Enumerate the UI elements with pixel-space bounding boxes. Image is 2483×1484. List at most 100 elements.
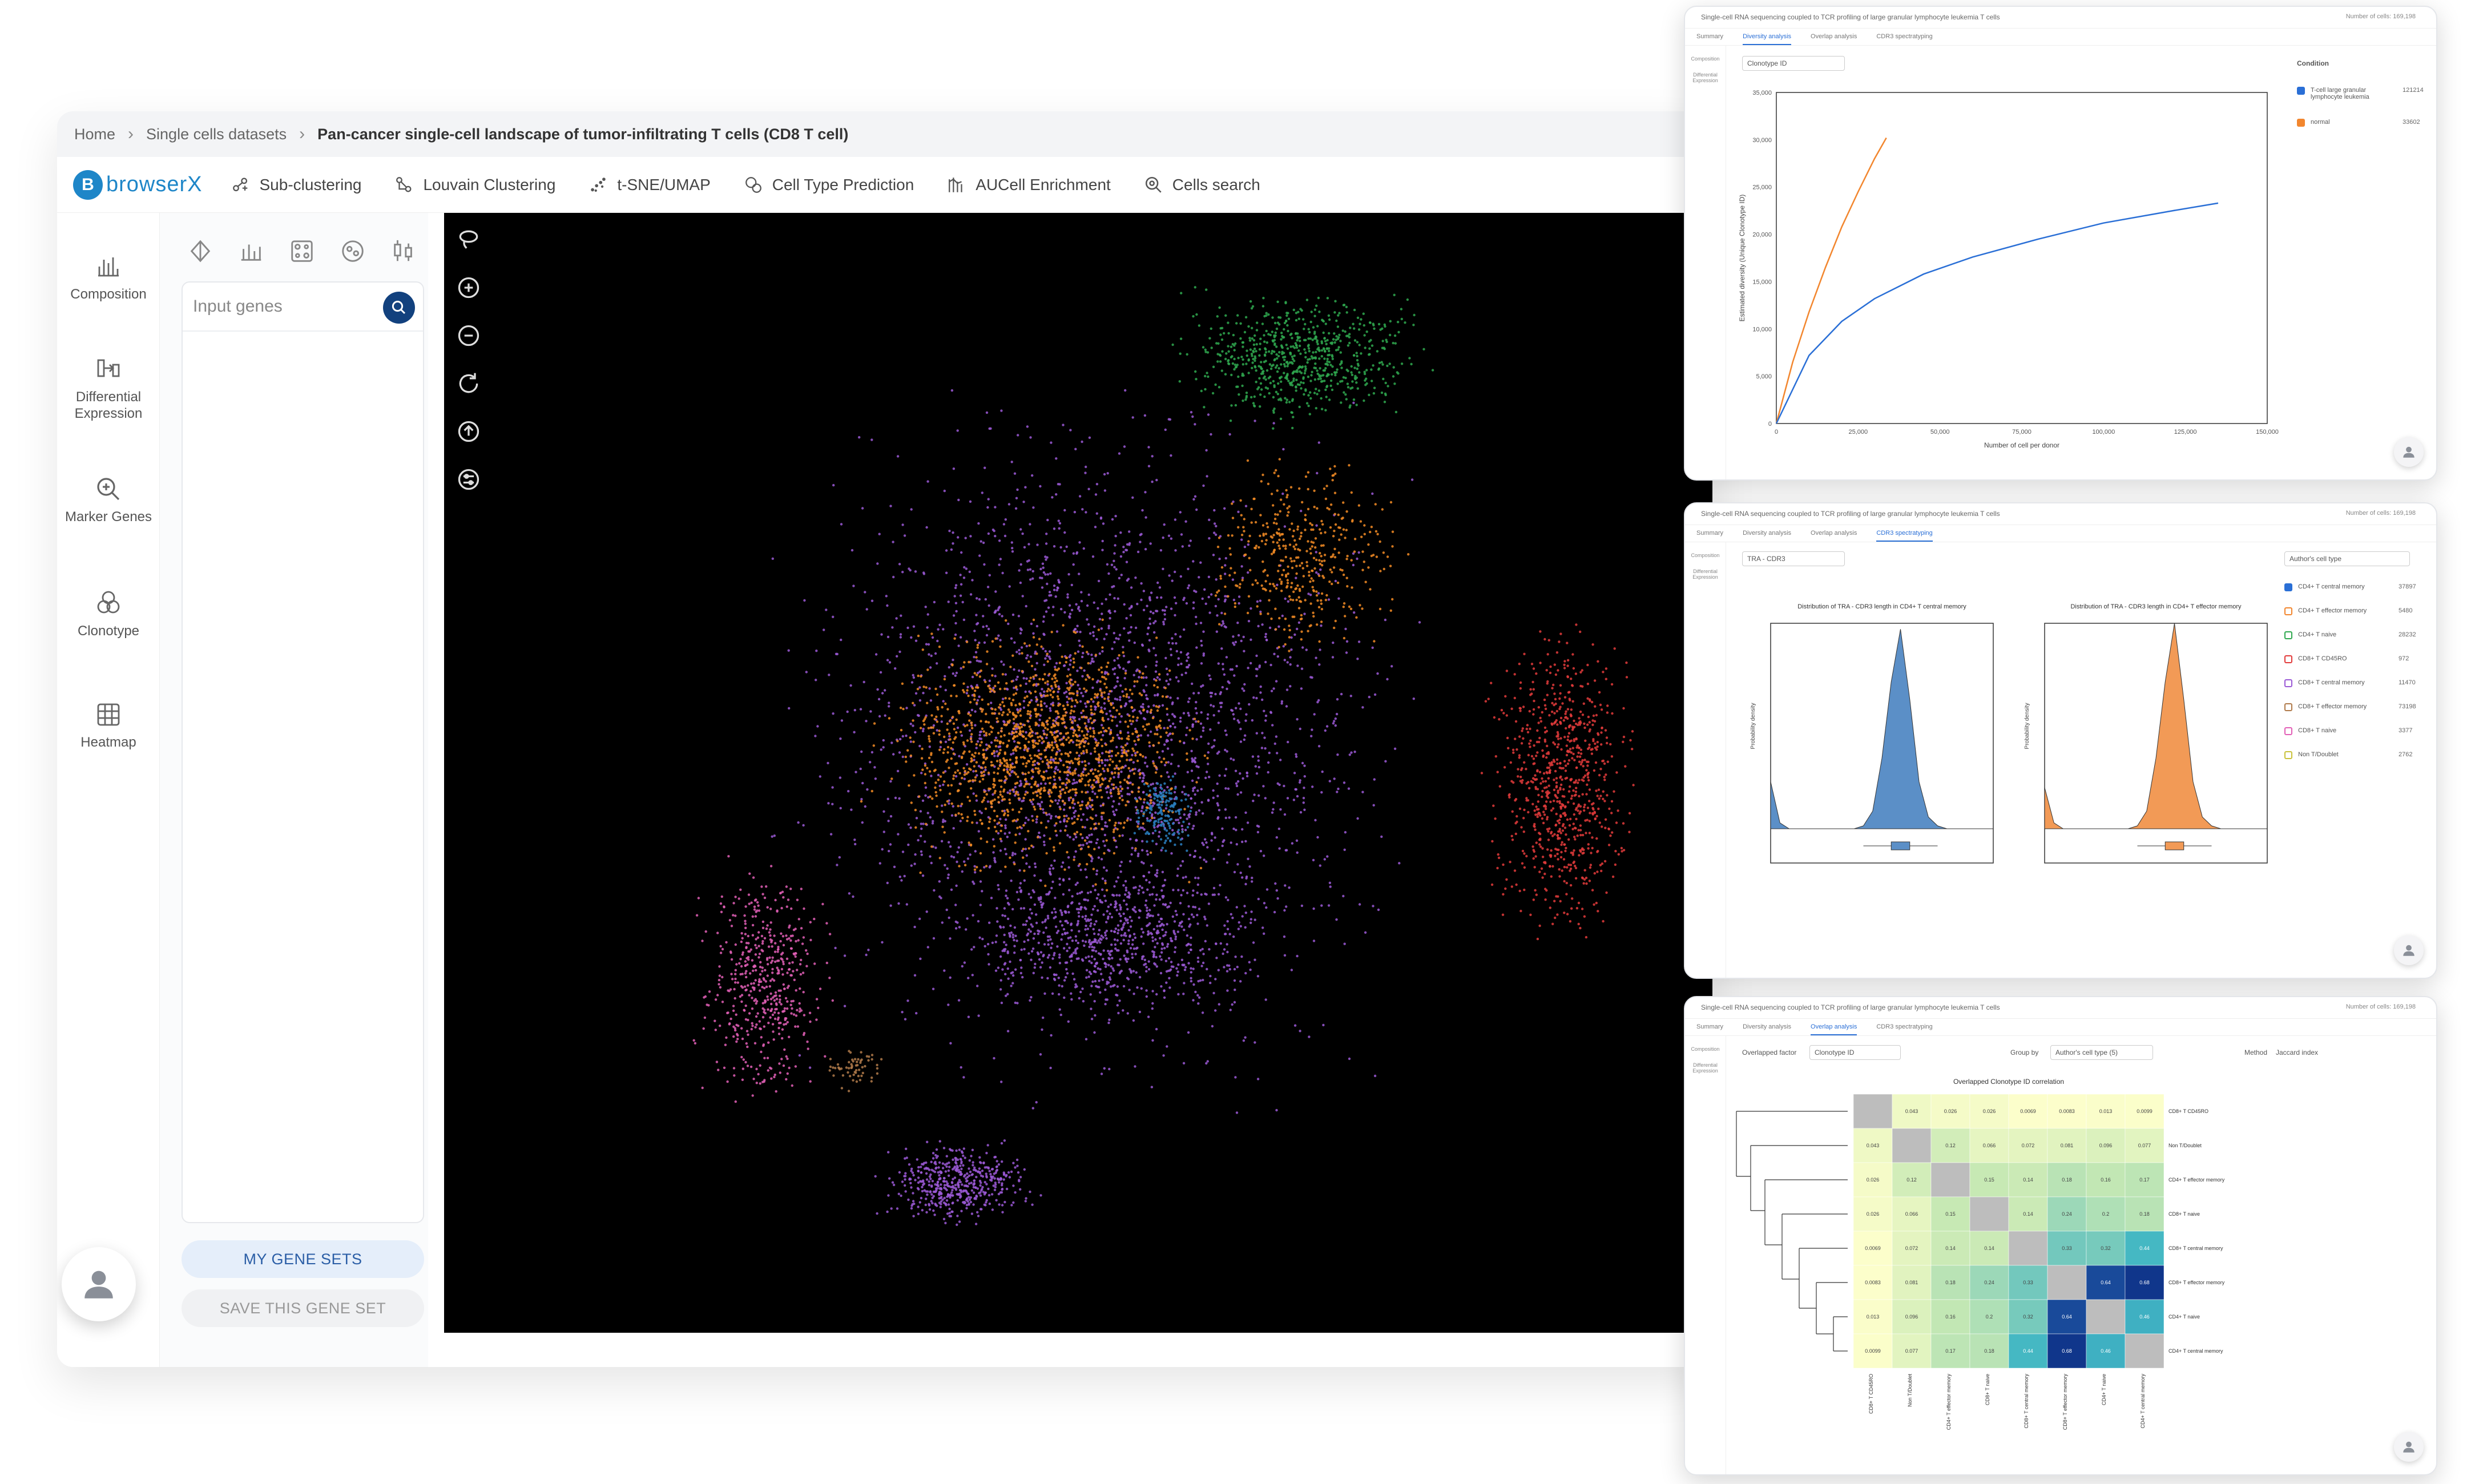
- umap-cell: [1274, 366, 1277, 369]
- umap-cell: [940, 840, 944, 843]
- umap-cell: [1001, 701, 1004, 704]
- umap-cell: [999, 558, 1002, 560]
- umap-cell: [906, 999, 909, 1002]
- umap-cell: [1256, 824, 1259, 828]
- umap-cell: [1127, 696, 1131, 699]
- my-gene-sets-button[interactable]: MY GENE SETS: [182, 1240, 424, 1278]
- dot-plot-icon[interactable]: [289, 238, 315, 264]
- tsne-umap-button[interactable]: t-SNE/UMAP: [588, 175, 711, 195]
- umap-cell: [1132, 772, 1136, 775]
- umap-cell: [1084, 768, 1087, 771]
- umap-cell: [1155, 893, 1158, 897]
- umap-cell: [1413, 313, 1416, 317]
- umap-cell: [1334, 717, 1337, 720]
- umap-cell: [1240, 639, 1243, 643]
- umap-cell: [1163, 878, 1167, 882]
- umap-cell: [982, 761, 985, 764]
- umap-cell: [1101, 783, 1104, 785]
- umap-cell: [1356, 557, 1359, 560]
- cells-search-button[interactable]: Cells search: [1144, 175, 1260, 195]
- user-avatar-button[interactable]: [62, 1247, 136, 1321]
- umap-cell: [1128, 542, 1131, 545]
- umap-cell: [1038, 958, 1041, 961]
- umap-cell: [1191, 415, 1194, 418]
- umap-cell: [1317, 296, 1320, 300]
- umap-cell: [1070, 608, 1074, 611]
- umap-cell: [1195, 646, 1198, 649]
- nav-differential-expression[interactable]: Differential Expression: [57, 356, 160, 422]
- umap-cell: [1377, 322, 1381, 326]
- box-plot-icon[interactable]: [390, 238, 417, 264]
- umap-cell: [1581, 713, 1585, 716]
- umap-cell: [1058, 993, 1061, 996]
- breadcrumb-datasets[interactable]: Single cells datasets: [146, 126, 287, 143]
- umap-cell: [861, 507, 864, 510]
- umap-cell: [1559, 720, 1562, 724]
- breadcrumb-home[interactable]: Home: [74, 126, 115, 143]
- umap-cell: [1290, 969, 1293, 971]
- umap-cell: [1131, 709, 1135, 713]
- umap-cell: [1002, 523, 1006, 526]
- umap-cell: [1129, 818, 1132, 821]
- umap-cell: [1075, 830, 1079, 834]
- sub-clustering-button[interactable]: Sub-clustering: [231, 175, 361, 195]
- umap-cell: [1040, 694, 1043, 697]
- nav-heatmap[interactable]: Heatmap: [57, 701, 160, 751]
- umap-cell: [846, 710, 849, 713]
- violin-plot-icon[interactable]: [238, 238, 264, 264]
- umap-cell: [1237, 634, 1240, 637]
- feature-plot-icon[interactable]: [340, 238, 366, 264]
- cell-type-prediction-button[interactable]: Cell Type Prediction: [744, 175, 914, 195]
- umap-cell: [1101, 711, 1105, 714]
- umap-cell: [1175, 642, 1178, 645]
- louvain-clustering-button[interactable]: Louvain Clustering: [394, 175, 555, 195]
- umap-cell: [1529, 739, 1532, 742]
- umap-cell: [1372, 392, 1376, 395]
- nav-composition[interactable]: Composition: [57, 253, 160, 303]
- umap-cell: [1200, 893, 1203, 896]
- umap-cell: [1055, 822, 1058, 825]
- umap-cell: [1128, 530, 1131, 533]
- umap-cell: [1335, 335, 1338, 338]
- umap-cell: [924, 764, 927, 767]
- umap-cell: [896, 455, 900, 458]
- umap-cell: [924, 773, 927, 776]
- umap-cell: [1410, 478, 1414, 481]
- umap-cell: [1169, 732, 1172, 735]
- umap-cell: [1112, 852, 1116, 855]
- umap-cell: [1315, 407, 1317, 410]
- umap-cell: [989, 690, 992, 693]
- nav-marker-genes[interactable]: Marker Genes: [57, 475, 160, 525]
- umap-cell: [860, 800, 863, 803]
- umap-cell: [1099, 710, 1102, 713]
- umap-cell: [1141, 509, 1144, 512]
- umap-plot[interactable]: [444, 213, 1712, 1333]
- umap-cell: [962, 767, 965, 770]
- umap-cell: [914, 692, 918, 695]
- umap-cell: [1318, 349, 1321, 352]
- aucell-enrichment-button[interactable]: AUCell Enrichment: [947, 175, 1111, 195]
- umap-cell: [1156, 581, 1159, 584]
- diamond-icon[interactable]: [187, 238, 213, 264]
- umap-cell: [1156, 685, 1159, 689]
- umap-cell: [1061, 985, 1064, 988]
- umap-cell: [1033, 932, 1036, 935]
- umap-cell: [1152, 762, 1155, 765]
- logo[interactable]: B browserX: [73, 170, 203, 200]
- umap-cell: [1142, 590, 1146, 592]
- umap-cell: [1040, 801, 1043, 804]
- umap-cell: [1141, 826, 1144, 829]
- save-gene-set-button[interactable]: SAVE THIS GENE SET: [182, 1289, 424, 1327]
- umap-cell: [1025, 920, 1028, 923]
- umap-cell: [1058, 842, 1062, 845]
- gene-search-button[interactable]: [383, 292, 415, 324]
- umap-cell: [1533, 809, 1536, 812]
- nav-clonotype[interactable]: Clonotype: [57, 590, 160, 639]
- umap-cell: [1357, 640, 1361, 643]
- umap-cell: [1241, 840, 1244, 844]
- umap-cell: [1111, 719, 1114, 722]
- umap-cell: [1074, 883, 1078, 886]
- umap-cell: [1021, 652, 1023, 655]
- umap-cell: [1255, 329, 1259, 332]
- umap-cell: [1381, 363, 1384, 366]
